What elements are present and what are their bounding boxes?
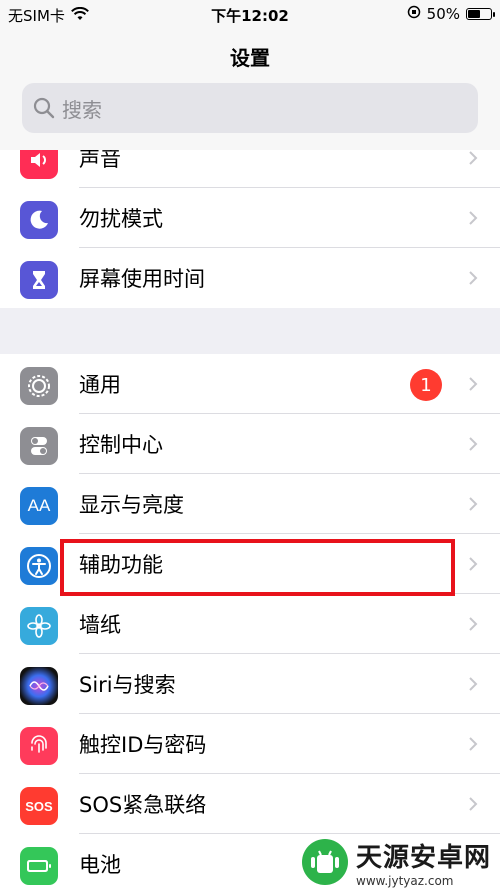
settings-row-siri-search[interactable]: Siri与搜索 xyxy=(0,654,500,714)
battery-percent: 50% xyxy=(426,5,460,23)
chevron-right-icon xyxy=(469,377,478,391)
chevron-right-icon xyxy=(469,151,478,165)
settings-row-label: 电池 xyxy=(79,853,121,877)
page-title: 设置 xyxy=(230,46,270,70)
settings-row-label: 显示与亮度 xyxy=(79,493,184,517)
battery-fill xyxy=(468,10,480,18)
settings-row-label: 屏幕使用时间 xyxy=(79,267,205,291)
settings-row-label: Siri与搜索 xyxy=(79,673,176,697)
fingerprint-icon xyxy=(20,727,58,765)
watermark-text: 天源安卓网 www.jytyaz.com xyxy=(356,837,491,888)
watermark: 天源安卓网 www.jytyaz.com xyxy=(300,835,500,889)
settings-row-label: 控制中心 xyxy=(79,433,163,457)
settings-row-label: 触控ID与密码 xyxy=(79,733,207,757)
settings-row-general[interactable]: 通用 1 xyxy=(0,354,500,414)
status-bar: 无SIM卡 下午12:02 50% xyxy=(0,0,500,30)
settings-row-sound[interactable]: 声音 xyxy=(0,128,500,188)
settings-row-touch-id-passcode[interactable]: 触控ID与密码 xyxy=(0,714,500,774)
sos-icon: SOS xyxy=(20,787,58,825)
sos-icon-text: SOS xyxy=(25,798,53,814)
settings-row-label: 声音 xyxy=(79,147,121,171)
chevron-right-icon xyxy=(469,497,478,511)
settings-row-control-center[interactable]: 控制中心 xyxy=(0,414,500,474)
search-placeholder: 搜索 xyxy=(62,97,102,122)
search-input[interactable]: 搜索 xyxy=(22,83,478,133)
chevron-right-icon xyxy=(469,737,478,751)
chevron-right-icon xyxy=(469,797,478,811)
speaker-icon xyxy=(20,141,58,179)
chevron-right-icon xyxy=(469,437,478,451)
settings-row-do-not-disturb[interactable]: 勿扰模式 xyxy=(0,188,500,248)
chevron-right-icon xyxy=(469,617,478,631)
rotation-lock-icon xyxy=(407,5,421,23)
settings-group-1: 声音 勿扰模式 屏幕使用时间 xyxy=(0,128,500,308)
chevron-right-icon xyxy=(469,557,478,571)
search-icon xyxy=(33,97,55,119)
watermark-url: www.jytyaz.com xyxy=(356,873,454,888)
text-size-icon: AA xyxy=(20,487,58,525)
settings-row-label: SOS紧急联络 xyxy=(79,793,207,817)
watermark-name: 天源安卓网 xyxy=(356,842,492,873)
flower-icon xyxy=(20,607,58,645)
settings-row-display-brightness[interactable]: AA 显示与亮度 xyxy=(0,474,500,534)
settings-row-label: 勿扰模式 xyxy=(79,207,163,231)
accessibility-icon xyxy=(20,547,58,585)
gear-icon xyxy=(20,367,58,405)
chevron-right-icon xyxy=(469,677,478,691)
chevron-right-icon xyxy=(469,271,478,285)
highlight-annotation xyxy=(60,539,455,596)
settings-group-2: 通用 1 控制中心 AA 显示与亮度 辅助功能 墙纸 Siri与搜索 触控ID与… xyxy=(0,354,500,894)
settings-row-screen-time[interactable]: 屏幕使用时间 xyxy=(0,248,500,308)
battery-status-icon xyxy=(466,8,495,20)
settings-row-wallpaper[interactable]: 墙纸 xyxy=(0,594,500,654)
settings-row-label: 墙纸 xyxy=(79,613,121,637)
siri-icon xyxy=(20,667,58,705)
notification-badge: 1 xyxy=(410,369,442,401)
hourglass-icon xyxy=(20,261,58,299)
moon-icon xyxy=(20,201,58,239)
status-right: 50% xyxy=(407,5,495,23)
settings-row-label: 通用 xyxy=(79,373,121,397)
settings-row-emergency-sos[interactable]: SOS SOS紧急联络 xyxy=(0,774,500,834)
toggles-icon xyxy=(20,427,58,465)
watermark-logo-icon xyxy=(300,837,350,887)
chevron-right-icon xyxy=(469,211,478,225)
battery-icon xyxy=(20,847,58,885)
